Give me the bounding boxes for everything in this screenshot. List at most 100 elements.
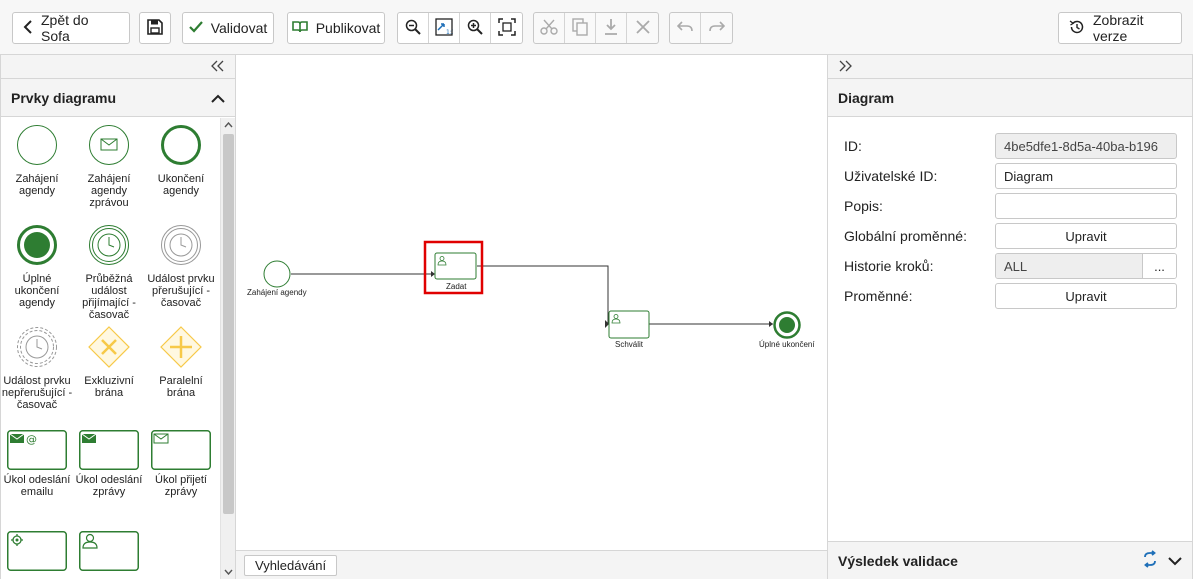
id-label: ID: — [844, 138, 862, 154]
scissors-icon — [540, 19, 558, 38]
palette-item-label: Zahájení agendy zprávou — [87, 173, 131, 209]
redo-button[interactable] — [701, 13, 732, 43]
palette-item-exclusive-gateway[interactable]: Exkluzivní brána — [73, 326, 145, 399]
id-field[interactable]: 4be5dfe1-8d5a-40ba-b196 — [995, 133, 1177, 159]
zoom-reset-button[interactable]: 1:1 — [429, 13, 460, 43]
terminate-end-event-core — [779, 317, 795, 333]
edit-toolbar-group — [533, 12, 659, 44]
download-icon — [603, 18, 619, 39]
show-versions-button[interactable]: Zobrazit verze — [1058, 12, 1182, 44]
global-vars-label: Globální proměnné: — [844, 228, 967, 244]
fit-to-screen-button[interactable] — [491, 13, 522, 43]
palette-item-send-message-task[interactable]: Úkol odeslání zprávy — [73, 430, 145, 498]
double-chevron-left-icon[interactable] — [209, 58, 225, 77]
diagram-canvas[interactable]: Zahájení agendy Zadat Schválit Úplné uko… — [236, 55, 828, 550]
diagram-svg — [263, 240, 801, 339]
palette-item-service-task[interactable] — [1, 531, 73, 575]
palette: Zahájení agendy Zahájení agendy zprávou … — [1, 118, 221, 579]
palette-item-terminate[interactable]: Úplné ukončení agendy — [1, 224, 73, 309]
left-collapse-bar — [1, 55, 235, 79]
arrowhead — [769, 321, 773, 327]
end-event-icon — [145, 124, 217, 169]
refresh-icon[interactable] — [1142, 550, 1158, 571]
variables-label: Proměnné: — [844, 288, 913, 304]
user-id-label: Uživatelské ID: — [844, 168, 938, 184]
prop-row-id: ID: 4be5dfe1-8d5a-40ba-b196 — [844, 133, 1178, 159]
close-icon — [635, 19, 650, 37]
palette-item-timer-catch[interactable]: Průběžná událost přijímající - časovač — [73, 224, 145, 321]
palette-title: Prvky diagramu — [11, 89, 117, 106]
properties-header: Diagram — [828, 79, 1192, 117]
scrollbar-thumb[interactable] — [223, 134, 234, 514]
palette-item-email-task[interactable]: @ Úkol odeslání emailu — [1, 430, 73, 498]
palette-header[interactable]: Prvky diagramu — [1, 79, 235, 117]
search-button[interactable]: Vyhledávání — [244, 555, 338, 576]
cut-button[interactable] — [534, 13, 565, 43]
palette-item-start[interactable]: Zahájení agendy — [1, 124, 73, 197]
palette-item-timer-noninterrupting[interactable]: Událost prvku nepřerušující - časovač — [1, 326, 73, 411]
task-zadat-label: Zadat — [446, 282, 467, 291]
prop-row-variables: Proměnné: Upravit — [844, 283, 1178, 309]
zoom-out-button[interactable] — [398, 13, 429, 43]
validate-button[interactable]: Validovat — [182, 12, 274, 44]
task-schvalit-label: Schválit — [615, 340, 644, 349]
publish-button[interactable]: Publikovat — [287, 12, 385, 44]
back-to-sofa-button[interactable]: Zpět do Sofa — [12, 12, 130, 44]
step-history-more-button[interactable]: ... — [1143, 254, 1176, 278]
description-field[interactable] — [995, 193, 1177, 219]
prop-row-description: Popis: — [844, 193, 1178, 219]
palette-item-label: Ukončení agendy — [157, 173, 205, 197]
validation-result-header[interactable]: Výsledek validace — [828, 541, 1192, 579]
zoom-out-icon — [405, 19, 421, 38]
palette-item-start-message[interactable]: Zahájení agendy zprávou — [73, 124, 145, 209]
chevron-down-icon[interactable] — [1168, 553, 1182, 569]
zoom-in-button[interactable] — [460, 13, 491, 43]
palette-item-receive-message-task[interactable]: Úkol přijetí zprávy — [145, 430, 217, 498]
back-to-sofa-label: Zpět do Sofa — [41, 12, 89, 44]
history-toolbar-group — [669, 12, 733, 44]
validate-label: Validovat — [210, 20, 268, 36]
palette-item-end[interactable]: Ukončení agendy — [145, 124, 217, 197]
edit-variables-button[interactable]: Upravit — [995, 283, 1177, 309]
scroll-down-icon[interactable] — [221, 565, 236, 579]
zoom-in-icon — [467, 19, 483, 38]
right-panel: Diagram ID: 4be5dfe1-8d5a-40ba-b196 Uživ… — [827, 55, 1193, 579]
show-versions-label: Zobrazit verze — [1093, 12, 1144, 44]
history-icon — [1069, 19, 1085, 38]
book-icon — [291, 20, 308, 36]
palette-item-parallel-gateway[interactable]: Paralelní brána — [145, 326, 217, 399]
undo-button[interactable] — [670, 13, 701, 43]
canvas-bottom-bar: Vyhledávání — [236, 550, 828, 579]
timer-event-icon — [73, 224, 145, 269]
delete-button[interactable] — [627, 13, 658, 43]
undo-icon — [676, 20, 693, 36]
receive-message-task-icon — [151, 430, 211, 470]
step-history-label: Historie kroků: — [844, 258, 934, 274]
prop-row-user-id: Uživatelské ID: Diagram — [844, 163, 1178, 189]
check-icon — [188, 20, 203, 36]
redo-icon — [708, 20, 725, 36]
email-task-icon: @ — [7, 430, 67, 470]
palette-item-label: Úplné ukončení agendy — [14, 273, 60, 309]
save-button[interactable] — [139, 12, 171, 44]
arrowhead — [431, 271, 435, 277]
palette-item-label: Zahájení agendy — [15, 173, 59, 197]
double-chevron-right-icon[interactable] — [838, 58, 854, 77]
start-event-icon — [1, 124, 73, 169]
user-id-field[interactable]: Diagram — [995, 163, 1177, 189]
save-icon — [147, 18, 163, 38]
palette-item-label: Paralelní brána — [159, 375, 203, 399]
palette-scrollbar[interactable] — [220, 118, 235, 579]
step-history-value[interactable]: ALL — [996, 254, 1143, 278]
palette-item-label: Událost prvku přerušující - časovač — [147, 273, 215, 309]
palette-item-timer-boundary[interactable]: Událost prvku přerušující - časovač — [145, 224, 217, 309]
palette-item-label: Úkol odeslání emailu — [3, 474, 71, 498]
description-label: Popis: — [844, 198, 883, 214]
palette-item-user-task[interactable] — [73, 531, 145, 575]
start-event[interactable] — [263, 260, 291, 288]
edit-global-vars-button[interactable]: Upravit — [995, 223, 1177, 249]
publish-label: Publikovat — [315, 20, 381, 36]
paste-button[interactable] — [596, 13, 627, 43]
copy-button[interactable] — [565, 13, 596, 43]
scroll-up-icon[interactable] — [221, 118, 236, 132]
